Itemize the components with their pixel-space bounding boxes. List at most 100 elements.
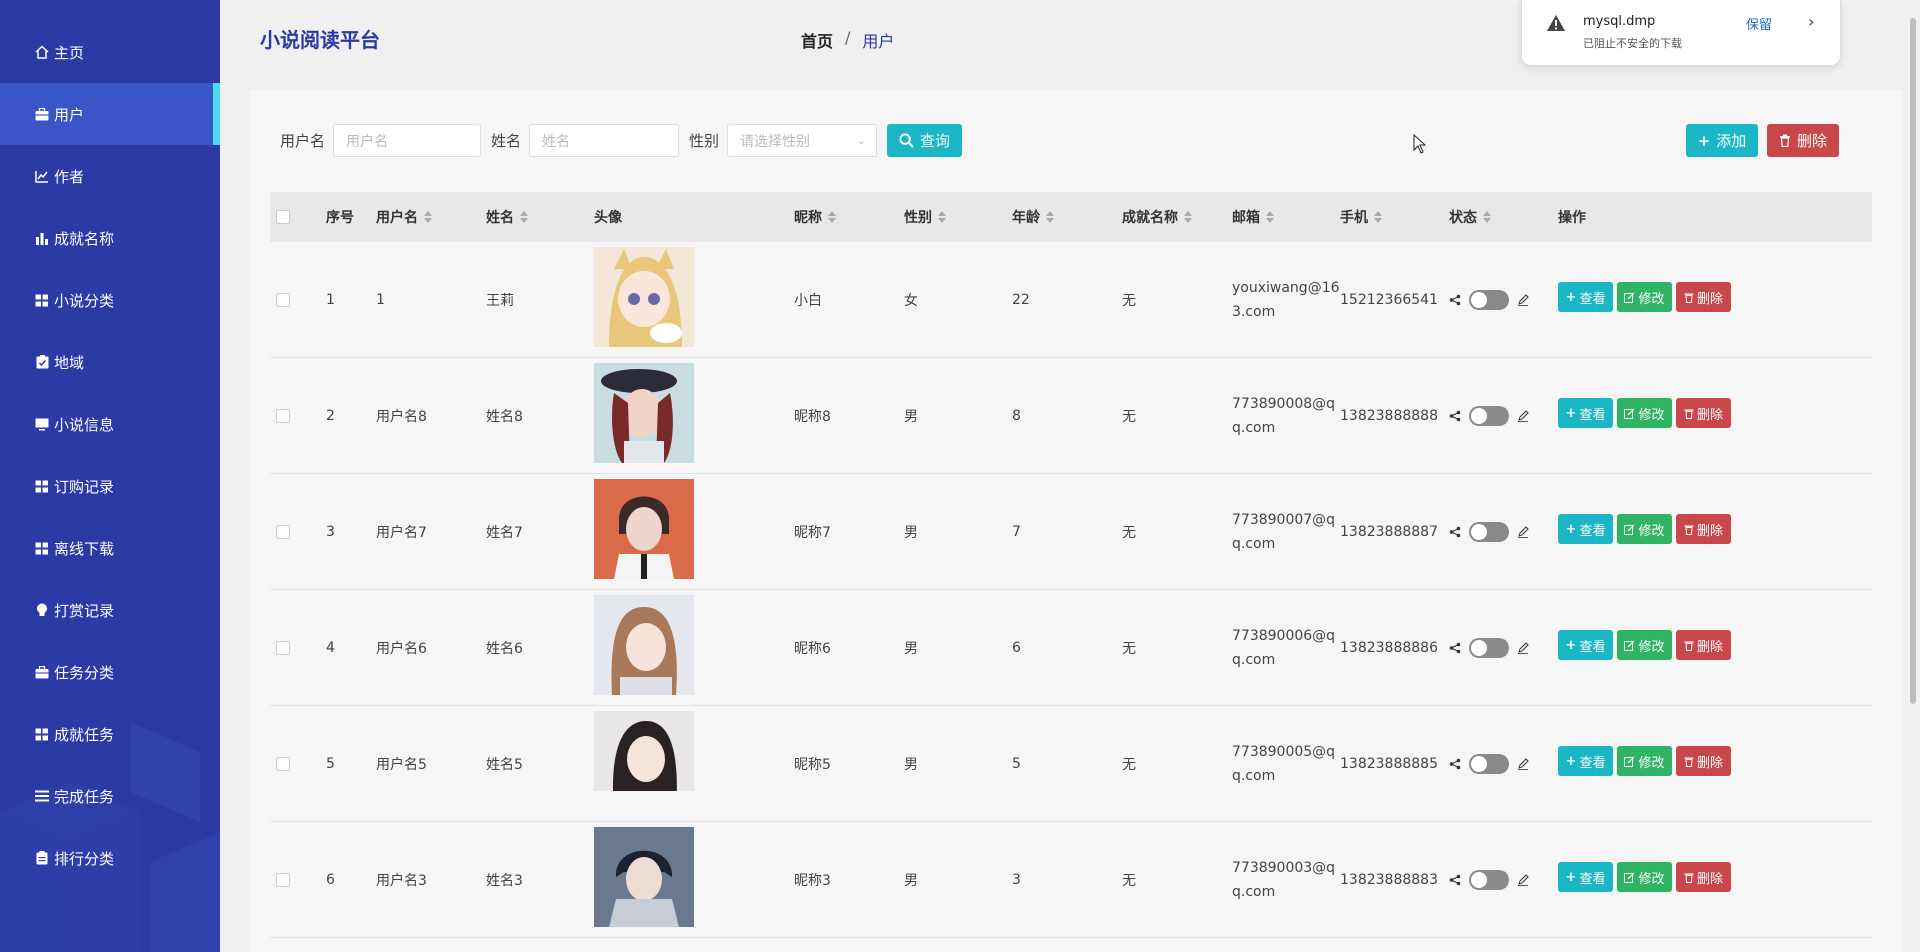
row-actions: + 查看 修改 删除: [1558, 819, 1731, 935]
cell-index: 4: [326, 640, 335, 656]
cell-phone: 13823888886: [1340, 640, 1438, 656]
cell-nickname: 昵称5: [794, 757, 831, 773]
sidebar-item-0[interactable]: 主页: [0, 21, 220, 83]
view-button[interactable]: + 查看: [1558, 282, 1613, 312]
trash-icon: [1779, 134, 1790, 147]
header-email[interactable]: 邮箱: [1232, 192, 1274, 242]
name-input[interactable]: 姓名: [529, 124, 680, 157]
edit-button[interactable]: 修改: [1617, 398, 1672, 428]
view-button[interactable]: + 查看: [1558, 398, 1613, 428]
sidebar-item-3[interactable]: 成就名称: [0, 207, 220, 269]
share-icon[interactable]: [1449, 874, 1461, 886]
row-checkbox[interactable]: [276, 590, 290, 706]
share-icon[interactable]: [1449, 294, 1461, 306]
cell-username: 用户名3: [376, 873, 427, 889]
cell-gender: 男: [904, 757, 918, 773]
cell-achievement: 无: [1122, 409, 1136, 425]
sidebar-item-7[interactable]: 订购记录: [0, 455, 220, 517]
sidebar-item-6[interactable]: 小说信息: [0, 393, 220, 455]
edit-button[interactable]: 修改: [1617, 514, 1672, 544]
header-name[interactable]: 姓名: [486, 192, 528, 242]
sidebar-item-12[interactable]: 完成任务: [0, 765, 220, 827]
delete-button[interactable]: 删除: [1676, 514, 1731, 544]
view-button[interactable]: + 查看: [1558, 862, 1613, 892]
edit-icon: [1624, 524, 1635, 535]
username-input[interactable]: 用户名: [333, 124, 482, 157]
status-toggle[interactable]: [1469, 754, 1509, 774]
add-button[interactable]: + 添加: [1686, 124, 1758, 157]
sidebar-item-13[interactable]: 排行分类: [0, 827, 220, 889]
sidebar-item-label: 主页: [54, 43, 85, 62]
share-icon[interactable]: [1449, 410, 1461, 422]
vertical-scrollbar[interactable]: [1906, 0, 1920, 952]
pencil-icon[interactable]: [1517, 410, 1529, 422]
delete-button[interactable]: 删除: [1676, 746, 1731, 776]
cell-email: 773890005@qq.com: [1232, 744, 1336, 784]
pencil-icon[interactable]: [1517, 758, 1529, 770]
cell-index: 5: [326, 756, 335, 772]
status-toggle[interactable]: [1469, 870, 1509, 890]
view-button[interactable]: + 查看: [1558, 514, 1613, 544]
header-age[interactable]: 年龄: [1012, 192, 1054, 242]
sidebar-item-4[interactable]: 小说分类: [0, 269, 220, 331]
row-checkbox[interactable]: [276, 242, 290, 358]
view-button[interactable]: + 查看: [1558, 746, 1613, 776]
header-status[interactable]: 状态: [1449, 192, 1491, 242]
sidebar-item-2[interactable]: 作者: [0, 145, 220, 207]
cell-age: 7: [1012, 524, 1021, 540]
status-toggle[interactable]: [1469, 406, 1509, 426]
cell-username: 用户名5: [376, 757, 427, 773]
delete-button[interactable]: 删除: [1676, 862, 1731, 892]
edit-button[interactable]: 修改: [1617, 630, 1672, 660]
pencil-icon[interactable]: [1517, 642, 1529, 654]
status-toggle[interactable]: [1469, 638, 1509, 658]
header-phone[interactable]: 手机: [1340, 192, 1382, 242]
header-nickname[interactable]: 昵称: [794, 192, 836, 242]
download-status: 已阻止不安全的下载: [1583, 37, 1682, 50]
header-username[interactable]: 用户名: [376, 192, 432, 242]
delete-button[interactable]: 删除: [1676, 398, 1731, 428]
sidebar-item-10[interactable]: 任务分类: [0, 641, 220, 703]
pencil-icon[interactable]: [1517, 874, 1529, 886]
delete-button[interactable]: 删除: [1676, 282, 1731, 312]
gender-select[interactable]: 请选择性别 ⌄: [727, 124, 878, 157]
sidebar-item-11[interactable]: 成就任务: [0, 703, 220, 765]
header-achievement[interactable]: 成就名称: [1122, 192, 1192, 242]
status-toggle[interactable]: [1469, 290, 1509, 310]
row-checkbox[interactable]: [276, 822, 290, 938]
row-checkbox[interactable]: [276, 358, 290, 474]
sidebar-item-5[interactable]: 地域: [0, 331, 220, 393]
cell-email: 773890003@qq.com: [1232, 860, 1336, 900]
keep-download-link[interactable]: 保留: [1746, 14, 1772, 33]
pencil-icon[interactable]: [1517, 294, 1529, 306]
row-checkbox[interactable]: [276, 474, 290, 590]
edit-button[interactable]: 修改: [1617, 282, 1672, 312]
query-button[interactable]: 查询: [887, 124, 963, 157]
delete-button[interactable]: 删除: [1676, 630, 1731, 660]
share-icon[interactable]: [1449, 526, 1461, 538]
chevron-right-icon[interactable]: ›: [1808, 12, 1814, 31]
trash-icon: [1684, 525, 1694, 535]
pencil-icon[interactable]: [1517, 526, 1529, 538]
cell-nickname: 昵称7: [794, 525, 831, 541]
table-row: 2 用户名8 姓名8 昵称8 男 8 无 13823888888 773890008@qq.co…: [270, 358, 1872, 474]
plus-icon: +: [1565, 869, 1577, 885]
edit-button[interactable]: 修改: [1617, 746, 1672, 776]
share-icon[interactable]: [1449, 642, 1461, 654]
view-button[interactable]: + 查看: [1558, 630, 1613, 660]
cell-email: 773890007@qq.com: [1232, 512, 1336, 552]
row-checkbox[interactable]: [276, 706, 290, 822]
sidebar-item-8[interactable]: 离线下载: [0, 517, 220, 579]
sidebar-item-1[interactable]: 用户: [0, 83, 220, 145]
sidebar-item-9[interactable]: 打赏记录: [0, 579, 220, 641]
share-icon[interactable]: [1449, 758, 1461, 770]
scrollbar-thumb[interactable]: [1910, 18, 1916, 704]
breadcrumb-home[interactable]: 首页: [801, 28, 833, 52]
select-all-checkbox[interactable]: [276, 192, 290, 242]
edit-button[interactable]: 修改: [1617, 862, 1672, 892]
search-icon: [899, 133, 914, 148]
header-gender[interactable]: 性别: [904, 192, 946, 242]
bulk-delete-button[interactable]: 删除: [1767, 124, 1839, 157]
status-toggle[interactable]: [1469, 522, 1509, 542]
cell-achievement: 无: [1122, 641, 1136, 657]
